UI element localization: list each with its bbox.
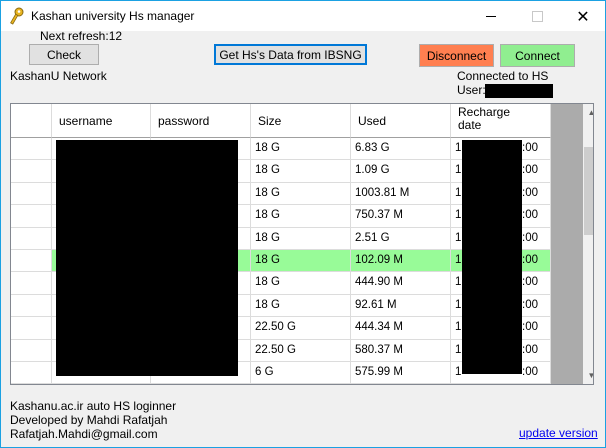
redacted-username [485, 84, 553, 98]
size-cell[interactable]: 6 G [251, 362, 351, 384]
row-header[interactable] [11, 227, 52, 250]
key-icon [10, 7, 24, 25]
recharge-date-start: 1 [455, 321, 462, 334]
used-cell[interactable]: 2.51 G [351, 227, 451, 250]
recharge-date-start: 1 [455, 186, 462, 199]
row-header[interactable] [11, 362, 52, 384]
close-icon: ✕ [576, 8, 590, 26]
recharge-date-end: :00 [522, 366, 538, 378]
footer-app-name: Kashanu.ac.ir auto HS loginner [10, 399, 177, 413]
row-header-corner [11, 104, 52, 138]
size-cell[interactable]: 18 G [251, 250, 351, 273]
recharge-date-start: 1 [455, 254, 462, 266]
row-header[interactable] [11, 294, 52, 318]
size-cell[interactable]: 18 G [251, 294, 351, 318]
size-cell[interactable]: 18 G [251, 138, 351, 161]
recharge-date-start: 1 [455, 298, 462, 311]
used-cell[interactable]: 580.37 M [351, 339, 451, 362]
column-header-password[interactable]: password [151, 104, 251, 138]
recharge-date-end: :00 [522, 343, 538, 356]
scroll-down-arrow-icon[interactable]: ▼ [583, 367, 593, 384]
row-header[interactable] [11, 138, 52, 161]
row-header[interactable] [11, 339, 52, 362]
used-cell[interactable]: 6.83 G [351, 138, 451, 161]
used-cell[interactable]: 92.61 M [351, 294, 451, 318]
footer-email: Rafatjah.Mahdi@gmail.com [10, 427, 158, 441]
minimize-icon [486, 16, 496, 17]
scroll-thumb[interactable] [584, 147, 593, 235]
network-label: KashanU Network [10, 69, 107, 83]
recharge-date-start: 1 [455, 343, 462, 356]
size-cell[interactable]: 18 G [251, 160, 351, 183]
scroll-up-arrow-icon[interactable]: ▲ [583, 104, 593, 121]
window-title: Kashan university Hs manager [31, 9, 195, 23]
title-bar[interactable]: Kashan university Hs manager ✕ [1, 1, 605, 31]
size-cell[interactable]: 18 G [251, 272, 351, 295]
minimize-button[interactable] [468, 2, 514, 31]
connection-status-label: Connected to HS [457, 69, 549, 83]
grid-header: username password Size Used Recharge dat… [11, 104, 551, 138]
update-version-link[interactable]: update version [519, 426, 598, 440]
maximize-button[interactable] [514, 2, 560, 31]
maximize-icon [531, 11, 543, 22]
recharge-date-end: :00 [522, 276, 538, 289]
row-header[interactable] [11, 317, 52, 340]
row-header[interactable] [11, 250, 52, 273]
size-cell[interactable]: 22.50 G [251, 339, 351, 362]
used-cell[interactable]: 575.99 M [351, 362, 451, 384]
row-header[interactable] [11, 160, 52, 183]
recharge-date-end: :00 [522, 164, 538, 177]
recharge-date-start: 1 [455, 209, 462, 222]
used-cell[interactable]: 1.09 G [351, 160, 451, 183]
recharge-date-start: 1 [455, 276, 462, 289]
check-button[interactable]: Check [29, 44, 99, 65]
recharge-date-start: 1 [455, 142, 462, 154]
recharge-date-start: 1 [455, 231, 462, 244]
recharge-date-start: 1 [455, 366, 462, 378]
disconnect-button[interactable]: Disconnect [419, 44, 494, 67]
used-cell[interactable]: 444.90 M [351, 272, 451, 295]
column-header-recharge-date[interactable]: Recharge date [451, 104, 551, 138]
column-header-username[interactable]: username [52, 104, 151, 138]
used-cell[interactable]: 750.37 M [351, 205, 451, 228]
footer-developer: Developed by Mahdi Rafatjah [10, 413, 168, 427]
row-header[interactable] [11, 272, 52, 295]
recharge-date-end: :00 [522, 298, 538, 311]
redacted-credentials [56, 140, 238, 376]
recharge-date-end: :00 [522, 142, 538, 154]
recharge-date-end: :00 [522, 254, 538, 266]
recharge-date-start: 1 [455, 164, 462, 177]
size-cell[interactable]: 22.50 G [251, 317, 351, 340]
column-header-used[interactable]: Used [351, 104, 451, 138]
used-cell[interactable]: 102.09 M [351, 250, 451, 273]
row-header[interactable] [11, 205, 52, 228]
size-cell[interactable]: 18 G [251, 205, 351, 228]
used-cell[interactable]: 1003.81 M [351, 182, 451, 206]
size-cell[interactable]: 18 G [251, 182, 351, 206]
redacted-dates [462, 140, 522, 374]
connect-button[interactable]: Connect [500, 44, 575, 67]
row-header[interactable] [11, 182, 52, 206]
get-hs-data-button[interactable]: Get Hs's Data from IBSNG [214, 44, 367, 65]
used-cell[interactable]: 444.34 M [351, 317, 451, 340]
recharge-date-end: :00 [522, 209, 538, 222]
close-button[interactable]: ✕ [560, 2, 606, 31]
recharge-date-end: :00 [522, 321, 538, 334]
recharge-date-end: :00 [522, 186, 538, 199]
hs-data-grid[interactable]: username password Size Used Recharge dat… [10, 103, 594, 385]
size-cell[interactable]: 18 G [251, 227, 351, 250]
next-refresh-label: Next refresh:12 [40, 29, 123, 43]
column-header-size[interactable]: Size [251, 104, 351, 138]
recharge-date-end: :00 [522, 231, 538, 244]
vertical-scrollbar[interactable]: ▲ ▼ [583, 104, 593, 384]
